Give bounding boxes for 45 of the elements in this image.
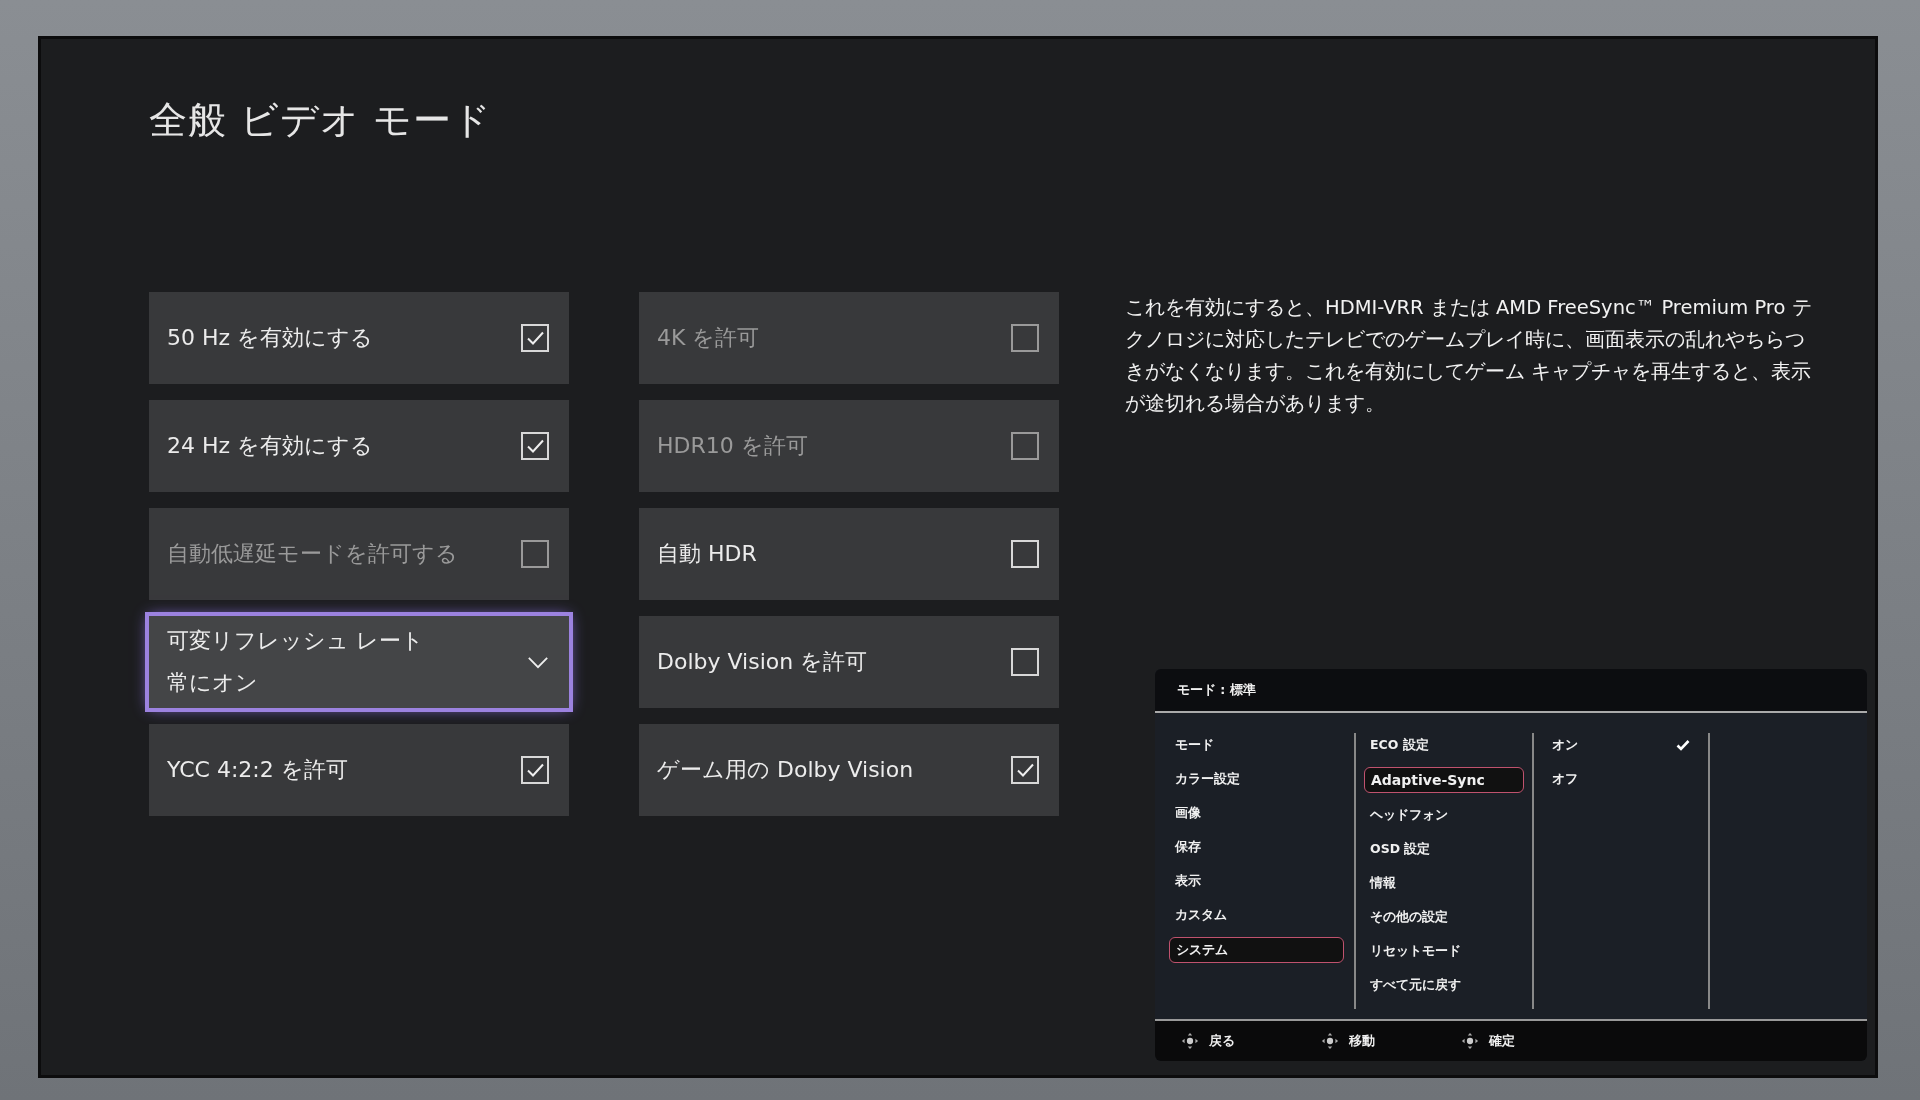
dropdown-label: 可変リフレッシュ レート	[167, 627, 424, 655]
osd-menu-item[interactable]: 画像	[1169, 801, 1344, 825]
setting-tile[interactable]: YCC 4:2:2 を許可	[149, 724, 569, 816]
osd-hint-label: 戻る	[1209, 1032, 1235, 1050]
osd-submenu-item[interactable]: Adaptive-Sync	[1364, 767, 1524, 793]
setting-tile[interactable]: ゲーム用の Dolby Vision	[639, 724, 1059, 816]
direction-pad-icon	[1461, 1032, 1479, 1050]
page-title: 全般 ビデオ モード	[149, 97, 494, 144]
osd-menu-item[interactable]: カラー設定	[1169, 767, 1344, 791]
osd-menu-item[interactable]: 表示	[1169, 869, 1344, 893]
setting-label: 自動 HDR	[657, 540, 757, 568]
description-text: これを有効にすると、HDMI-VRR または AMD FreeSync™ Premium Pro テクノロジに対応したテレビでのゲームプレイ時に、画面表示の乱れやちらつきがなくなります。これを有効にしてゲーム キャプチャを再生すると、表示が途切れる場合があります。	[1125, 295, 1813, 417]
osd-submenu-item[interactable]: ECO 設定	[1364, 733, 1524, 757]
osd-menu-item[interactable]: カスタム	[1169, 903, 1344, 927]
dropdown-value: 常にオン	[167, 669, 259, 697]
setting-label: HDR10 を許可	[657, 432, 808, 460]
osd-submenu-item[interactable]: リセットモード	[1364, 939, 1524, 963]
setting-label: 4K を許可	[657, 324, 760, 352]
setting-label: YCC 4:2:2 を許可	[167, 756, 348, 784]
osd-menu-item[interactable]: システム	[1169, 937, 1344, 963]
setting-label: 自動低遅延モードを許可する	[167, 540, 458, 568]
osd-header: モード : 標準	[1177, 681, 1256, 699]
chevron-down-icon	[527, 655, 549, 669]
setting-label: ゲーム用の Dolby Vision	[657, 756, 914, 784]
setting-label: 24 Hz を有効にする	[167, 432, 374, 460]
setting-tile[interactable]: 50 Hz を有効にする	[149, 292, 569, 384]
osd-hint-label: 移動	[1349, 1032, 1375, 1050]
setting-tile[interactable]: 自動 HDR	[639, 508, 1059, 600]
osd-submenu-item[interactable]: その他の設定	[1364, 905, 1524, 929]
setting-tile[interactable]: Dolby Vision を許可	[639, 616, 1059, 708]
osd-option[interactable]: オフ	[1546, 767, 1696, 791]
setting-label: Dolby Vision を許可	[657, 648, 868, 676]
osd-option[interactable]: オン	[1546, 733, 1696, 757]
osd-submenu-item[interactable]: OSD 設定	[1364, 837, 1524, 861]
osd-menu-item[interactable]: モード	[1169, 733, 1344, 757]
osd-submenu-item[interactable]: 情報	[1364, 871, 1524, 895]
osd-hint-label: 確定	[1489, 1032, 1515, 1050]
setting-label: 50 Hz を有効にする	[167, 324, 374, 352]
setting-tile[interactable]: 24 Hz を有効にする	[149, 400, 569, 492]
direction-pad-icon	[1181, 1032, 1199, 1050]
checkmark-icon	[1676, 739, 1690, 751]
osd-menu-item[interactable]: 保存	[1169, 835, 1344, 859]
osd-submenu-item[interactable]: ヘッドフォン	[1364, 803, 1524, 827]
osd-submenu-item[interactable]: すべて元に戻す	[1364, 973, 1524, 997]
direction-pad-icon	[1321, 1032, 1339, 1050]
